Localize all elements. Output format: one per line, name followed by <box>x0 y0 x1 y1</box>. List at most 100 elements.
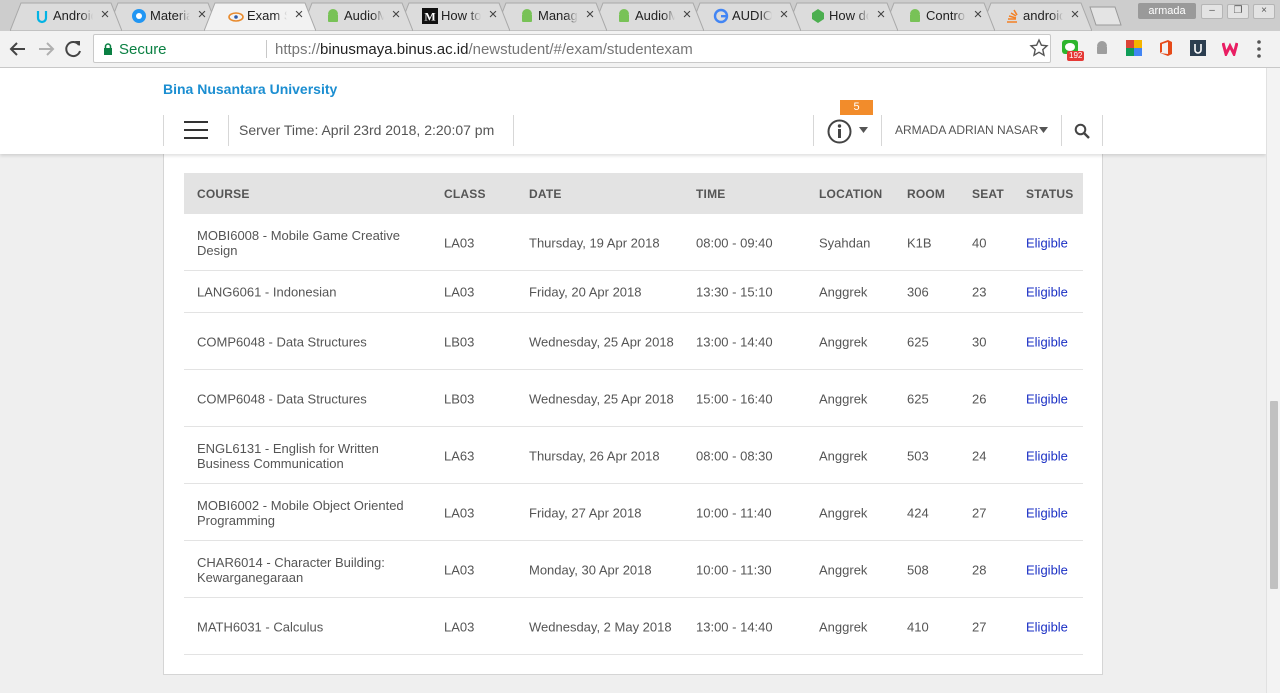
url-scheme: https:// <box>275 41 321 58</box>
browser-toolbar: Secure https://binusmaya.binus.ac.id/new… <box>0 31 1280 68</box>
browser-tab[interactable]: AUDIO × <box>689 2 801 31</box>
status-link[interactable]: Eligible <box>1026 505 1083 520</box>
tab-title: How to <box>441 8 481 23</box>
cell-class: LA03 <box>444 235 475 250</box>
cell-course: MATH6031 - Calculus <box>197 619 324 634</box>
close-icon[interactable]: × <box>582 7 598 23</box>
close-icon[interactable]: × <box>679 7 695 23</box>
table-row: MATH6031 - Calculus LA03 Wednesday, 2 May … <box>184 598 1083 655</box>
minimize-button[interactable]: – <box>1201 4 1223 19</box>
scrollbar-thumb[interactable] <box>1270 401 1278 589</box>
search-icon[interactable] <box>1074 123 1090 139</box>
browser-tab[interactable]: android × <box>980 2 1092 31</box>
close-icon[interactable]: × <box>776 7 792 23</box>
status-link[interactable]: Eligible <box>1026 235 1083 250</box>
android-icon <box>328 9 338 22</box>
close-icon[interactable]: × <box>970 7 986 23</box>
cell-seat: 30 <box>972 334 987 349</box>
header-divider <box>1102 115 1103 146</box>
cell-date: Wednesday, 25 Apr 2018 <box>529 334 674 349</box>
tab-title: Controls <box>926 8 966 23</box>
browser-tab[interactable]: AudioManager × <box>301 2 413 31</box>
cell-course: ENGL6131 - English for Written Business … <box>197 440 379 471</box>
browser-tab[interactable]: Controls × <box>883 2 995 31</box>
user-menu[interactable]: ARMADA ADRIAN NASAR <box>895 123 1038 137</box>
browser-tab[interactable]: Material× <box>107 2 219 31</box>
cell-class: LA03 <box>444 284 475 300</box>
university-brand[interactable]: Bina Nusantara University <box>163 81 337 97</box>
status-link[interactable]: Eligible <box>1026 334 1083 349</box>
address-bar[interactable]: Secure https://binusmaya.binus.ac.id/new… <box>93 34 1051 63</box>
close-window-button[interactable]: × <box>1253 4 1275 19</box>
browser-tab[interactable]: Exam Schedule × <box>204 2 316 31</box>
cell-seat: 40 <box>972 235 987 250</box>
wunderlist-extension-icon[interactable] <box>1222 40 1238 56</box>
cell-date: Friday, 27 Apr 2018 <box>529 505 642 520</box>
notification-badge: 5 <box>840 100 873 115</box>
browser-tab[interactable]: Android × <box>10 2 122 31</box>
tab-title: AUDIO <box>732 8 772 23</box>
cell-location: Syahdan <box>819 235 871 250</box>
tab-title: Material <box>150 8 190 23</box>
restore-button[interactable]: ❐ <box>1227 4 1249 19</box>
tab-title: android <box>1023 8 1063 23</box>
cell-time: 13:00 - 14:40 <box>696 334 773 349</box>
browser-tab[interactable]: Manage × <box>495 2 607 31</box>
tab-strip: Android×Material×Exam Schedule×AudioMana… <box>0 0 1280 31</box>
status-link[interactable]: Eligible <box>1026 448 1083 463</box>
udacity-extension-icon[interactable] <box>1190 40 1206 56</box>
close-icon[interactable]: × <box>873 7 889 23</box>
close-icon[interactable]: × <box>97 7 113 23</box>
back-icon[interactable] <box>5 37 31 61</box>
office-extension-icon[interactable] <box>1158 40 1174 56</box>
status-link[interactable]: Eligible <box>1026 562 1083 577</box>
status-link[interactable]: Eligible <box>1026 619 1083 634</box>
table-row: MOBI6002 - Mobile Object Oriented Progra… <box>184 484 1083 541</box>
cell-class: LA03 <box>444 562 475 577</box>
tab-title: AudioManager <box>344 8 384 23</box>
browser-tab[interactable]: M How to × <box>398 2 510 31</box>
binus-icon <box>228 12 244 22</box>
chevron-down-icon[interactable] <box>1039 127 1048 133</box>
column-header-room: ROOM <box>907 187 946 201</box>
browser-menu-icon[interactable] <box>1254 39 1264 59</box>
browser-tab[interactable]: How do × <box>786 2 898 31</box>
close-icon[interactable]: × <box>291 7 307 23</box>
info-icon[interactable] <box>827 119 852 144</box>
status-link[interactable]: Eligible <box>1026 285 1083 300</box>
close-icon[interactable]: × <box>1067 7 1083 23</box>
cell-seat: 28 <box>972 562 987 577</box>
forward-icon[interactable] <box>33 37 59 61</box>
close-icon[interactable]: × <box>485 7 501 23</box>
cell-course: MOBI6002 - Mobile Object Oriented Progra… <box>197 497 404 528</box>
profile-button[interactable]: armada <box>1138 3 1196 19</box>
cell-time: 15:00 - 16:40 <box>696 391 773 406</box>
browser-tab[interactable]: AudioManager × <box>592 2 704 31</box>
bookmark-star-icon[interactable] <box>1029 38 1049 58</box>
url-path: /newstudent/#/exam/studentexam <box>468 41 693 58</box>
cell-time: 13:30 - 15:10 <box>696 284 773 300</box>
material-icon <box>132 9 146 23</box>
chevron-down-icon[interactable] <box>859 127 868 133</box>
close-icon[interactable]: × <box>388 7 404 23</box>
tab-title: Manage <box>538 8 578 23</box>
cell-location: Anggrek <box>819 284 868 300</box>
cell-date: Friday, 20 Apr 2018 <box>529 284 642 300</box>
tab-title: How do <box>829 8 869 23</box>
android-extension-icon[interactable] <box>1094 40 1110 56</box>
table-row: MOBI6008 - Mobile Game Creative Design LA… <box>184 214 1083 271</box>
url-text[interactable]: https://binusmaya.binus.ac.id/newstudent… <box>275 41 693 58</box>
cell-location: Anggrek <box>819 448 868 463</box>
column-header-class: CLASS <box>444 187 486 201</box>
page-scrollbar[interactable] <box>1266 68 1280 693</box>
cell-seat: 27 <box>972 505 987 520</box>
status-link[interactable]: Eligible <box>1026 391 1083 406</box>
cell-course: COMP6048 - Data Structures <box>197 334 367 349</box>
hamburger-menu-icon[interactable] <box>184 121 208 141</box>
column-header-course: COURSE <box>197 187 250 201</box>
column-header-seat: SEAT <box>972 187 1004 201</box>
stackoverflow-icon <box>1007 9 1018 23</box>
reload-icon[interactable] <box>61 37 87 61</box>
cell-seat: 26 <box>972 391 987 406</box>
chrome-extension-icon[interactable] <box>1126 40 1142 56</box>
